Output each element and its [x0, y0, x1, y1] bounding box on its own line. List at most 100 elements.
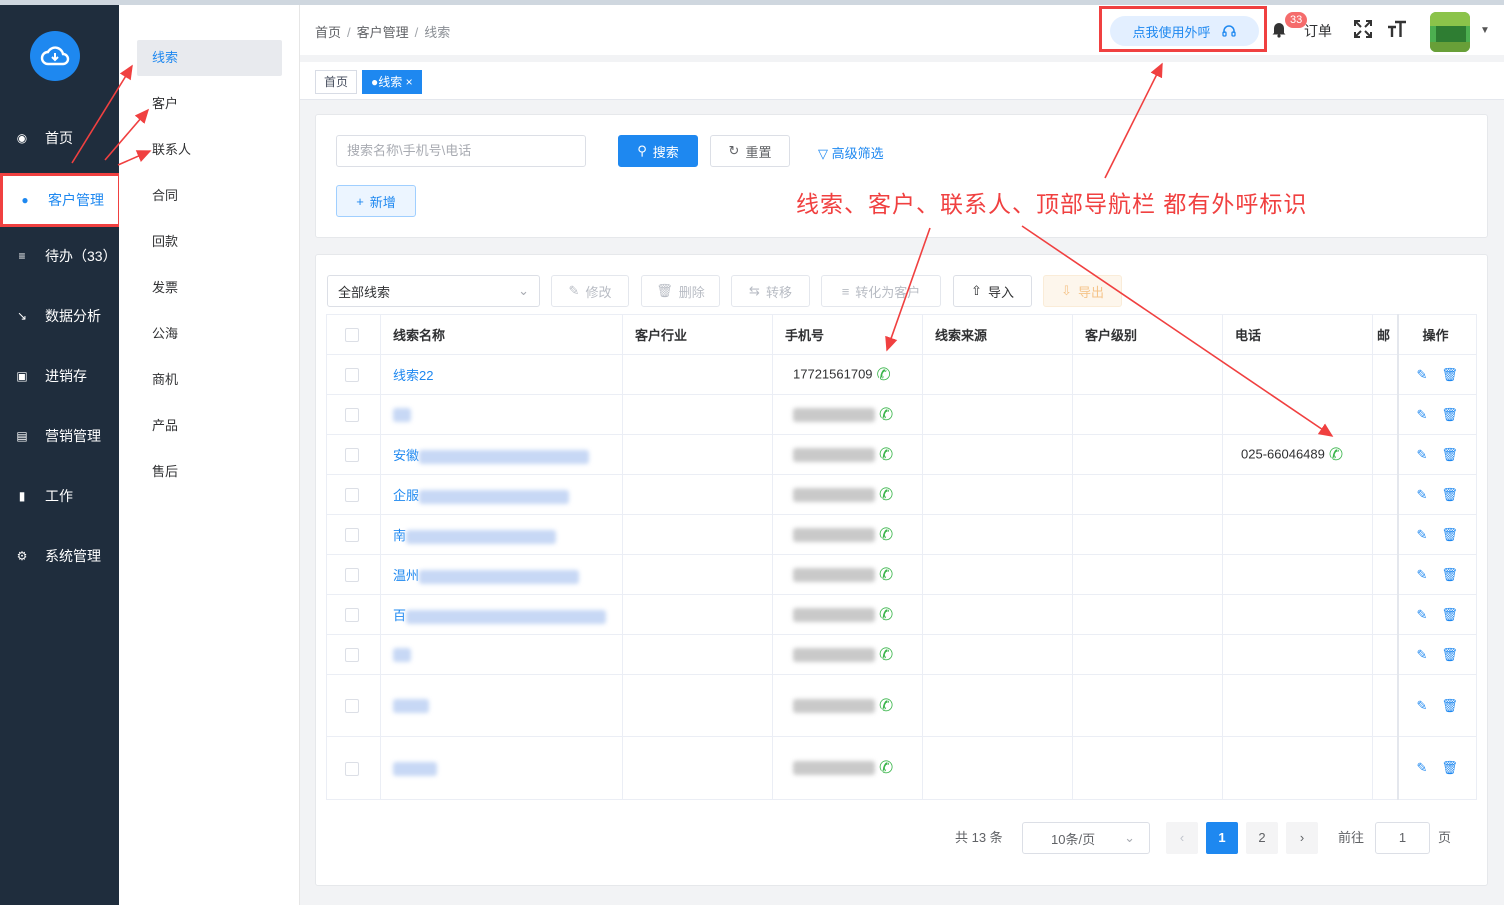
phone-call-icon[interactable]: ✆	[879, 405, 893, 424]
advanced-filter-link[interactable]: ▽ 高级筛选	[818, 143, 884, 162]
phone-call-icon[interactable]: ✆	[879, 445, 893, 464]
submenu-item-6[interactable]: 公海	[137, 316, 282, 352]
transfer-button[interactable]: ⇆ 转移	[731, 275, 810, 307]
table-row[interactable]: 百 ✆ ✎ 🗑	[326, 594, 1477, 635]
lead-name-link[interactable]: 温州	[393, 568, 419, 583]
phone-call-icon[interactable]: ✆	[879, 605, 893, 624]
submenu-item-3[interactable]: 合同	[137, 178, 282, 214]
table-row[interactable]: 线索22 17721561709 ✆ ✎ 🗑	[326, 354, 1477, 395]
col-level[interactable]: 客户级别	[1072, 314, 1223, 355]
import-button[interactable]: ⇧ 导入	[953, 275, 1032, 307]
fullscreen-icon[interactable]	[1354, 20, 1372, 38]
submenu-item-8[interactable]: 产品	[137, 408, 282, 444]
lead-name-link[interactable]: 企服	[393, 488, 419, 503]
breadcrumb-home[interactable]: 首页	[315, 25, 341, 40]
edit-icon[interactable]: ✎	[1417, 407, 1428, 422]
table-row[interactable]: 安徽 ✆ 025-66046489 ✆ ✎ 🗑	[326, 434, 1477, 475]
add-button[interactable]: + 新增	[336, 185, 416, 217]
trash-icon[interactable]: 🗑	[1441, 367, 1458, 382]
lead-name-link[interactable]: 百	[393, 608, 406, 623]
phone-call-icon[interactable]: ✆	[879, 758, 893, 777]
nav-item-1[interactable]: ● 客户管理	[0, 173, 121, 227]
phone-call-icon[interactable]: ✆	[879, 525, 893, 544]
trash-icon[interactable]: 🗑	[1441, 698, 1458, 713]
row-checkbox[interactable]	[326, 554, 381, 595]
avatar[interactable]	[1430, 12, 1470, 52]
outbound-call-button[interactable]: 点我使用外呼	[1110, 16, 1259, 46]
nav-item-4[interactable]: ▣ 进销存	[0, 355, 119, 397]
row-checkbox[interactable]	[326, 674, 381, 737]
page-1-button[interactable]: 1	[1206, 822, 1238, 854]
close-icon[interactable]: ×	[406, 75, 413, 89]
col-phone[interactable]: 电话	[1222, 314, 1373, 355]
edit-icon[interactable]: ✎	[1417, 607, 1428, 622]
phone-call-icon[interactable]: ✆	[879, 485, 893, 504]
table-row[interactable]: 温州 ✆ ✎ 🗑	[326, 554, 1477, 595]
delete-button[interactable]: 🗑 删除	[641, 275, 720, 307]
trash-icon[interactable]: 🗑	[1441, 447, 1458, 462]
row-checkbox[interactable]	[326, 736, 381, 800]
cloud-logo-icon[interactable]	[30, 31, 80, 81]
trash-icon[interactable]: 🗑	[1441, 567, 1458, 582]
row-checkbox[interactable]	[326, 514, 381, 555]
edit-icon[interactable]: ✎	[1417, 760, 1428, 775]
submenu-item-2[interactable]: 联系人	[137, 132, 282, 168]
tab-home[interactable]: 首页	[315, 70, 358, 94]
search-button[interactable]: ⚲ 搜索	[618, 135, 698, 167]
edit-icon[interactable]: ✎	[1417, 567, 1428, 582]
nav-item-3[interactable]: ↘ 数据分析	[0, 295, 119, 337]
edit-icon[interactable]: ✎	[1417, 487, 1428, 502]
phone-call-icon[interactable]: ✆	[879, 696, 893, 715]
row-checkbox[interactable]	[326, 434, 381, 475]
col-source[interactable]: 线索来源	[922, 314, 1073, 355]
row-checkbox[interactable]	[326, 634, 381, 675]
lead-name-link[interactable]: 安徽	[393, 448, 419, 463]
lead-name-link[interactable]: 南	[393, 528, 406, 543]
nav-item-7[interactable]: ⚙ 系统管理	[0, 535, 119, 577]
prev-page-button[interactable]: ‹	[1166, 822, 1198, 854]
lead-name-link[interactable]: 线索22	[393, 368, 433, 383]
table-row[interactable]: ✆ ✎ 🗑	[326, 674, 1477, 737]
col-mobile[interactable]: 手机号	[772, 314, 923, 355]
table-row[interactable]: ✆ ✎ 🗑	[326, 634, 1477, 675]
search-input[interactable]: 搜索名称\手机号\电话	[336, 135, 586, 167]
trash-icon[interactable]: 🗑	[1441, 760, 1458, 775]
submenu-item-4[interactable]: 回款	[137, 224, 282, 260]
select-all-checkbox[interactable]	[326, 314, 381, 355]
row-checkbox[interactable]	[326, 354, 381, 395]
nav-item-0[interactable]: ◉ 首页	[0, 117, 119, 159]
edit-icon[interactable]: ✎	[1417, 647, 1428, 662]
submenu-item-9[interactable]: 售后	[137, 454, 282, 490]
breadcrumb-customer[interactable]: 客户管理	[357, 25, 409, 40]
table-row[interactable]: ✆ ✎ 🗑	[326, 394, 1477, 435]
page-2-button[interactable]: 2	[1246, 822, 1278, 854]
edit-icon[interactable]: ✎	[1417, 527, 1428, 542]
submenu-item-0[interactable]: 线索	[137, 40, 282, 76]
submenu-item-7[interactable]: 商机	[137, 362, 282, 398]
export-button[interactable]: ⇩ 导出	[1043, 275, 1122, 307]
table-row[interactable]: ✆ ✎ 🗑	[326, 736, 1477, 800]
convert-button[interactable]: ≡ 转化为客户	[821, 275, 941, 307]
lead-filter-select[interactable]: 全部线索 ⌄	[327, 275, 540, 307]
row-checkbox[interactable]	[326, 394, 381, 435]
row-checkbox[interactable]	[326, 594, 381, 635]
next-page-button[interactable]: ›	[1286, 822, 1318, 854]
edit-icon[interactable]: ✎	[1417, 447, 1428, 462]
edit-icon[interactable]: ✎	[1417, 698, 1428, 713]
edit-button[interactable]: ✎ 修改	[551, 275, 629, 307]
phone-call-icon[interactable]: ✆	[1329, 445, 1343, 464]
trash-icon[interactable]: 🗑	[1441, 407, 1458, 422]
trash-icon[interactable]: 🗑	[1441, 487, 1458, 502]
caret-down-icon[interactable]: ▼	[1480, 25, 1490, 36]
goto-page-input[interactable]: 1	[1375, 822, 1430, 854]
font-size-icon[interactable]	[1387, 20, 1407, 38]
table-row[interactable]: 企服 ✆ ✎ 🗑	[326, 474, 1477, 515]
trash-icon[interactable]: 🗑	[1441, 527, 1458, 542]
phone-call-icon[interactable]: ✆	[877, 365, 891, 384]
col-lead-name[interactable]: 线索名称	[380, 314, 623, 355]
nav-item-2[interactable]: ≡ 待办（33）	[0, 235, 119, 277]
submenu-item-5[interactable]: 发票	[137, 270, 282, 306]
nav-item-6[interactable]: ▮ 工作	[0, 475, 119, 517]
tab-leads[interactable]: ●线索 ×	[362, 70, 422, 94]
trash-icon[interactable]: 🗑	[1441, 647, 1458, 662]
